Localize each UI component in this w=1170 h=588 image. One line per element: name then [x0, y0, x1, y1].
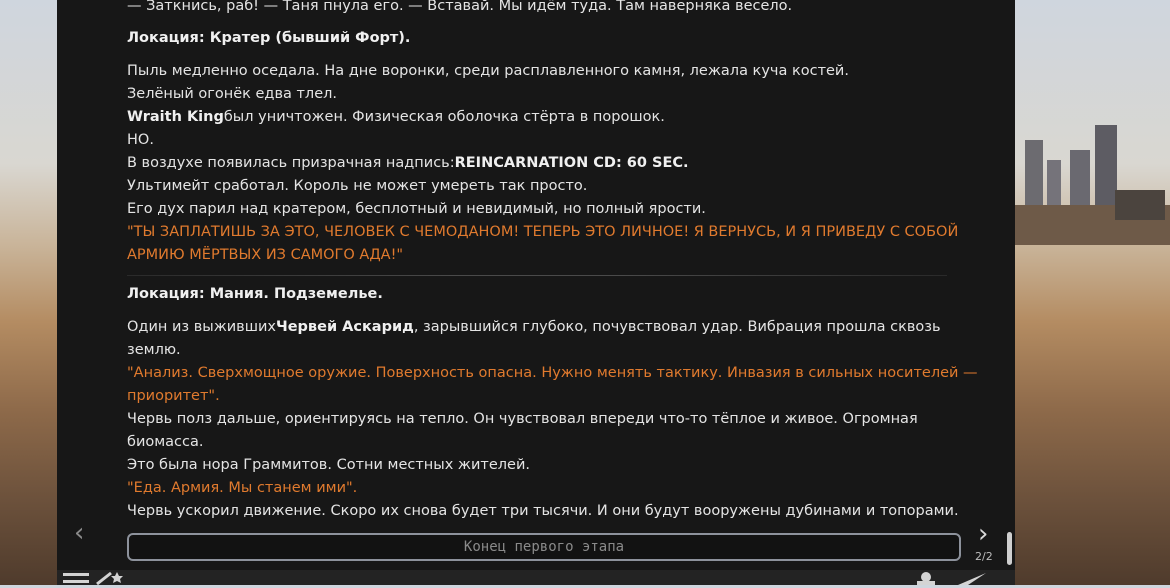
story-text: , зарывшийся глубоко, почувствовал удар.… [413, 319, 941, 335]
story-text: — Заткнись, раб! — Таня пнула его. — Вст… [127, 0, 793, 14]
quote-line: "Еда. Армия. Мы станем ими". [127, 480, 358, 496]
wreck [1115, 190, 1165, 220]
story-line: Червь ускорил движение. Скоро их снова б… [127, 503, 959, 519]
persona-icon[interactable] [915, 571, 937, 588]
section-divider [127, 275, 947, 276]
ruin-tower [1025, 140, 1043, 210]
story-line: Wraith Kingбыл уничтожен. Физическая обо… [127, 106, 967, 129]
ruin-tower [1070, 150, 1090, 210]
background-landscape-left [0, 0, 57, 585]
quote-line: приоритет". [127, 388, 220, 404]
message-input[interactable]: Конец первого этапа [127, 533, 961, 561]
story-line: Червь полз дальше, ориентируясь на тепло… [127, 411, 918, 427]
story-paragraph: Один из выжившихЧервей Аскарид, зарывший… [127, 316, 978, 523]
location-heading: Локация: Мания. Подземелье. [127, 286, 383, 302]
story-paragraph: Пыль медленно оседала. На дне воронки, с… [127, 60, 967, 267]
menu-icon[interactable] [63, 571, 89, 588]
story-text: В воздухе появилась призрачная надпись: [127, 155, 455, 171]
story-line: биомасса. [127, 434, 204, 450]
bottom-toolbar [57, 570, 1015, 585]
system-highlight: REINCARNATION CD: 60 SEC. [454, 155, 689, 171]
story-line: Ультимейт сработал. Король не может умер… [127, 178, 588, 194]
ruin-tower [1095, 125, 1117, 210]
quote-line: АРМИЮ МЁРТВЫХ ИЗ САМОГО АДА!" [127, 247, 404, 263]
location-heading: Локация: Кратер (бывший Форт). [127, 30, 411, 46]
story-line: Пыль медленно оседала. На дне воронки, с… [127, 63, 849, 79]
next-swipe-button[interactable]: › [978, 521, 988, 547]
scrollbar[interactable] [1007, 532, 1012, 565]
send-icon[interactable] [958, 571, 986, 588]
story-line: Это была нора Граммитов. Сотни местных ж… [127, 457, 530, 473]
name-highlight: Wraith King [127, 109, 224, 125]
story-line: землю. [127, 342, 181, 358]
quote-line: "Анализ. Сверхмощное оружие. Поверхность… [127, 365, 978, 381]
ruin-tower [1047, 160, 1061, 210]
story-text: был уничтожен. Физическая оболочка стёрт… [223, 109, 665, 125]
story-line: В воздухе появилась призрачная надпись:R… [127, 152, 967, 175]
story-text: Один из выживших [127, 319, 276, 335]
story-line: Зелёный огонёк едва тлел. [127, 86, 337, 102]
magic-wand-icon[interactable] [95, 571, 125, 588]
story-line: НО. [127, 132, 154, 148]
background-landscape-right [1015, 0, 1170, 585]
name-highlight: Червей Аскарид [276, 319, 414, 335]
prev-swipe-button[interactable]: ‹ [74, 520, 84, 546]
swipe-counter: 2/2 [975, 550, 993, 563]
story-line: Его дух парил над кратером, бесплотный и… [127, 201, 706, 217]
quote-line: "ТЫ ЗАПЛАТИШЬ ЗА ЭТО, ЧЕЛОВЕК С ЧЕМОДАНО… [127, 224, 959, 240]
story-line: — Заткнись, раб! — Таня пнула его. — Вст… [127, 0, 967, 18]
story-line: Один из выжившихЧервей Аскарид, зарывший… [127, 316, 967, 339]
input-placeholder: Конец первого этапа [463, 539, 625, 555]
